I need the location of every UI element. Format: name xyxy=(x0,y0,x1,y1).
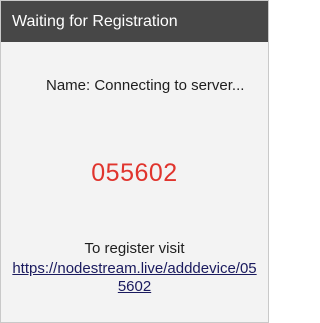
connection-status-text: Name: Connecting to server... xyxy=(46,77,245,94)
title-bar: Waiting for Registration xyxy=(1,1,268,42)
registration-code: 055602 xyxy=(91,159,178,187)
registration-link[interactable]: https://nodestream.live/adddevice/055602 xyxy=(9,260,260,296)
register-instruction: To register visit xyxy=(84,240,185,257)
window-title: Waiting for Registration xyxy=(12,13,178,30)
registration-dialog: Waiting for Registration Name: Connectin… xyxy=(0,0,269,323)
